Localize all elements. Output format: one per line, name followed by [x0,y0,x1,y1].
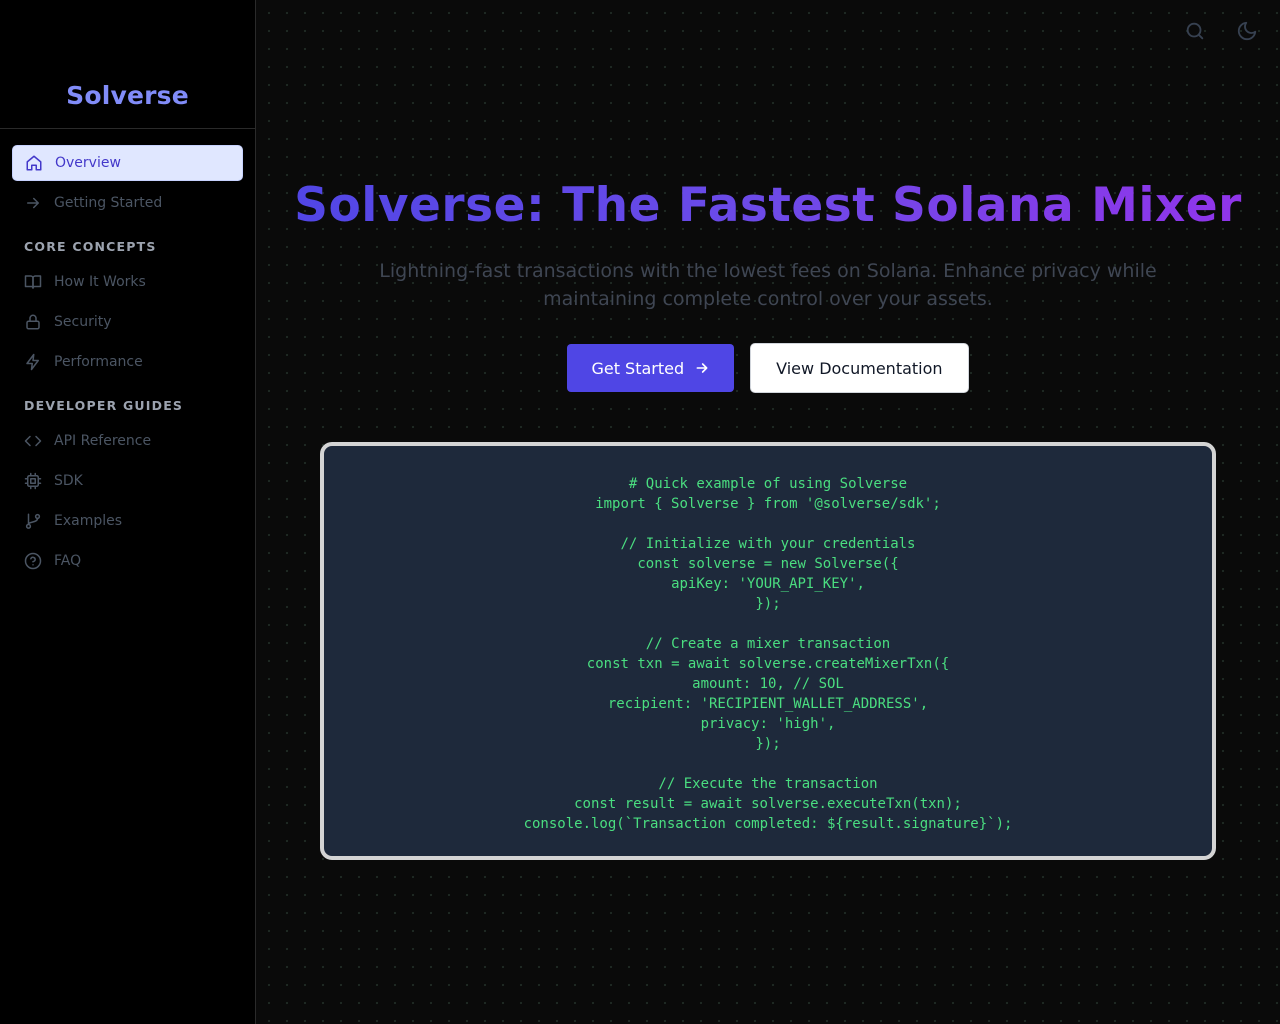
code-line: }); [755,736,781,752]
get-started-button[interactable]: Get Started [567,344,735,392]
brand-logo-text[interactable]: Solverse [66,81,189,110]
main-content: Solverse: The Fastest Solana Mixer Light… [256,0,1280,1024]
sidebar-item-security[interactable]: Security [12,304,243,340]
code-line: apiKey: 'YOUR_API_KEY', [671,576,865,592]
sidebar-item-label: Security [54,314,112,330]
hero-subtitle: Lightning-fast transactions with the low… [379,260,1157,310]
sidebar-item-label: How It Works [54,274,146,290]
sidebar-item-label: Overview [55,155,121,171]
code-line: amount: 10, // SOL [692,676,844,692]
brand: Solverse [0,0,255,129]
sidebar: Solverse Overview Getting Started CORE C… [0,0,256,1024]
sidebar-item-label: FAQ [54,553,82,569]
moon-icon[interactable] [1236,20,1258,42]
code-line: }); [755,596,781,612]
code-example: # Quick example of using Solverse import… [320,442,1216,860]
sidebar-item-faq[interactable]: FAQ [12,543,243,579]
code-icon [24,432,42,450]
code-line: privacy: 'high', [700,716,836,732]
sidebar-item-label: Getting Started [54,195,163,211]
lock-icon [24,313,42,331]
get-started-label: Get Started [591,358,685,378]
code-line: # Quick example of using Solverse [628,476,908,492]
sidebar-item-sdk[interactable]: SDK [12,463,243,499]
code-line: recipient: 'RECIPIENT_WALLET_ADDRESS', [607,696,929,712]
sidebar-item-performance[interactable]: Performance [12,344,243,380]
code-line: // Execute the transaction [658,776,878,792]
arrow-right-icon [696,363,708,373]
book-icon [24,273,42,291]
help-circle-icon [24,552,42,570]
sidebar-item-label: SDK [54,473,83,489]
code-line: // Create a mixer transaction [645,636,891,652]
code-line: const solverse = new Solverse({ [637,556,899,572]
code-line: // Initialize with your credentials [620,536,916,552]
sidebar-item-label: Examples [54,513,123,529]
lightning-icon [24,353,42,371]
code-line: const result = await solverse.executeTxn… [574,796,962,812]
code-line: import { Solverse } from '@solverse/sdk'… [595,496,941,512]
hero-title: Solverse: The Fastest Solana Mixer [256,178,1280,233]
git-branch-icon [24,512,42,530]
home-icon [25,154,43,172]
sidebar-item-how-it-works[interactable]: How It Works [12,264,243,300]
sidebar-item-overview[interactable]: Overview [12,145,243,181]
section-title-core-concepts: CORE CONCEPTS [24,239,157,254]
arrow-right-icon [24,194,42,212]
cta-row: Get Started View Documentation [256,343,1280,393]
sidebar-item-label: API Reference [54,433,152,449]
sidebar-item-label: Performance [54,354,143,370]
code-line: const txn = await solverse.createMixerTx… [586,656,950,672]
sidebar-item-api-reference[interactable]: API Reference [12,423,243,459]
section-title-developer-guides: DEVELOPER GUIDES [24,398,184,413]
header-actions [1184,20,1258,42]
search-icon[interactable] [1184,20,1206,42]
view-documentation-button[interactable]: View Documentation [750,343,969,393]
sidebar-item-getting-started[interactable]: Getting Started [12,185,243,221]
sidebar-nav: Overview Getting Started CORE CONCEPTS H… [0,129,255,579]
chip-icon [24,472,42,490]
sidebar-item-examples[interactable]: Examples [12,503,243,539]
code-line: console.log(`Transaction completed: ${re… [523,816,1013,832]
